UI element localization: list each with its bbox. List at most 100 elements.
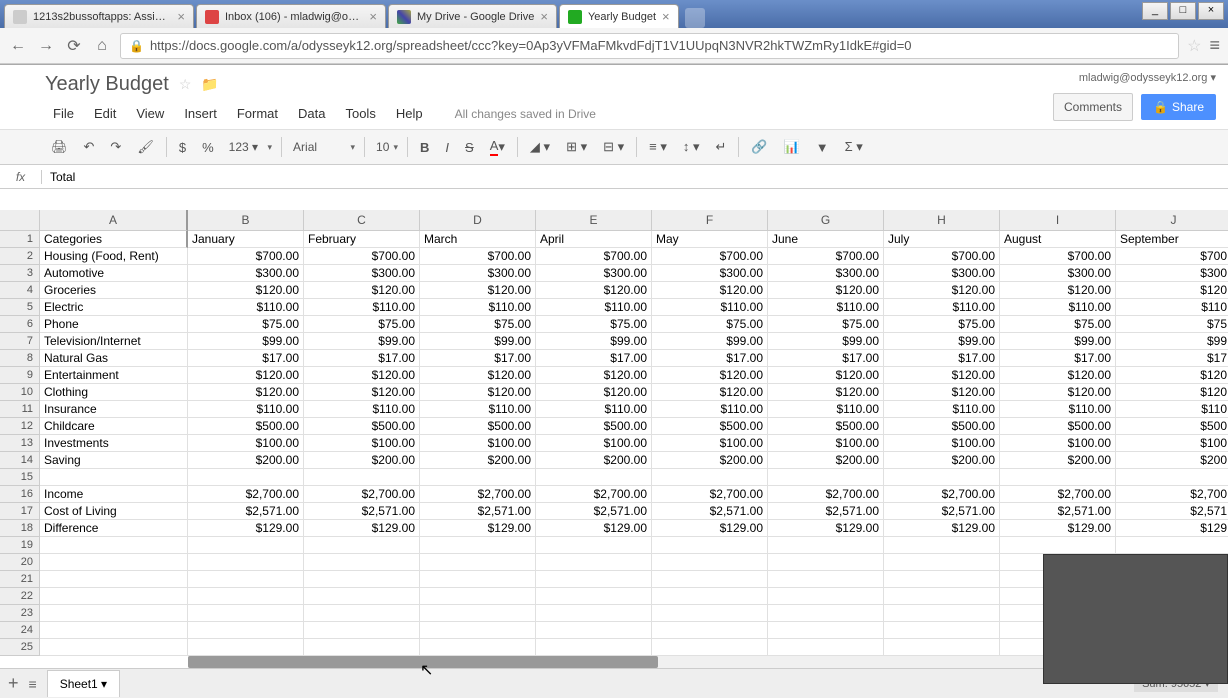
cell[interactable]: $200.00 <box>768 452 884 469</box>
cell[interactable] <box>188 639 304 656</box>
url-bar[interactable]: 🔒 <box>120 33 1179 59</box>
cell[interactable]: $120.00 <box>536 384 652 401</box>
row-header[interactable]: 22 <box>0 588 40 605</box>
cell[interactable]: $200.00 <box>304 452 420 469</box>
cell[interactable]: $300.00 <box>304 265 420 282</box>
cell[interactable]: $110.00 <box>652 401 768 418</box>
column-header[interactable]: H <box>884 210 1000 231</box>
cell[interactable] <box>40 588 188 605</box>
cell[interactable] <box>188 537 304 554</box>
print-icon[interactable]: 🖨 <box>45 135 74 159</box>
cell[interactable]: Childcare <box>40 418 188 435</box>
row-header[interactable]: 11 <box>0 401 40 418</box>
cell[interactable]: September <box>1116 231 1228 248</box>
cell[interactable]: $99.00 <box>188 333 304 350</box>
cell[interactable]: $700.00 <box>304 248 420 265</box>
cell[interactable] <box>652 571 768 588</box>
cell[interactable]: $99.00 <box>884 333 1000 350</box>
cell[interactable]: $120.00 <box>420 384 536 401</box>
wrap-text-icon[interactable]: ↵ <box>710 135 733 159</box>
cell[interactable]: $700.00 <box>1000 248 1116 265</box>
cell[interactable] <box>188 588 304 605</box>
cell[interactable] <box>768 537 884 554</box>
cell[interactable]: $129.00 <box>304 520 420 537</box>
cell[interactable]: $2,571.00 <box>536 503 652 520</box>
cell[interactable]: $500.00 <box>652 418 768 435</box>
cell[interactable]: $99.00 <box>304 333 420 350</box>
cell[interactable]: $300.00 <box>652 265 768 282</box>
cell[interactable]: $110.00 <box>1000 299 1116 316</box>
cell[interactable] <box>536 639 652 656</box>
functions-icon[interactable]: Σ ▾ <box>839 135 869 159</box>
share-button[interactable]: 🔒 Share <box>1141 94 1216 120</box>
cell[interactable]: $200.00 <box>1000 452 1116 469</box>
cell[interactable] <box>420 588 536 605</box>
cell[interactable] <box>652 537 768 554</box>
cell[interactable]: $300.00 <box>884 265 1000 282</box>
row-header[interactable]: 6 <box>0 316 40 333</box>
cell[interactable] <box>652 639 768 656</box>
row-header[interactable]: 20 <box>0 554 40 571</box>
cell[interactable]: $2,700.00 <box>188 486 304 503</box>
column-header[interactable]: A <box>40 210 188 231</box>
cell[interactable]: $300 <box>1116 265 1228 282</box>
cell[interactable]: $120.00 <box>304 282 420 299</box>
row-header[interactable]: 16 <box>0 486 40 503</box>
cell[interactable]: $2,700.00 <box>1000 486 1116 503</box>
cell[interactable] <box>188 469 304 486</box>
percent-button[interactable]: % <box>196 136 220 159</box>
cell[interactable]: $100.00 <box>536 435 652 452</box>
forward-button[interactable]: → <box>36 36 56 56</box>
row-header[interactable]: 10 <box>0 384 40 401</box>
cell[interactable]: $110.00 <box>1000 401 1116 418</box>
cell[interactable] <box>188 571 304 588</box>
cell[interactable]: March <box>420 231 536 248</box>
cell[interactable]: $110.00 <box>536 299 652 316</box>
tab-drive[interactable]: My Drive - Google Drive × <box>388 4 557 28</box>
cell[interactable]: $110.00 <box>768 299 884 316</box>
reload-button[interactable]: ⟳ <box>64 36 84 56</box>
cell[interactable] <box>884 605 1000 622</box>
row-header[interactable]: 3 <box>0 265 40 282</box>
cell[interactable]: $17.00 <box>884 350 1000 367</box>
cell[interactable]: $300.00 <box>1000 265 1116 282</box>
cell[interactable]: $110.00 <box>884 299 1000 316</box>
cell[interactable] <box>652 622 768 639</box>
row-header[interactable]: 19 <box>0 537 40 554</box>
cell[interactable]: $2,571.00 <box>652 503 768 520</box>
cell[interactable] <box>420 639 536 656</box>
cell[interactable] <box>768 588 884 605</box>
cell[interactable]: $110 <box>1116 401 1228 418</box>
cell[interactable]: $100.00 <box>1000 435 1116 452</box>
cell[interactable]: $129.00 <box>652 520 768 537</box>
cell[interactable]: $100.00 <box>768 435 884 452</box>
cell[interactable] <box>884 554 1000 571</box>
cell[interactable]: $120.00 <box>536 282 652 299</box>
cell[interactable]: $129.00 <box>768 520 884 537</box>
user-email[interactable]: mladwig@odysseyk12.org ▾ <box>1079 71 1216 84</box>
cell[interactable]: $110 <box>1116 299 1228 316</box>
cell[interactable]: $75 <box>1116 316 1228 333</box>
cell[interactable] <box>652 469 768 486</box>
cell[interactable]: Entertainment <box>40 367 188 384</box>
cell[interactable] <box>536 622 652 639</box>
cell[interactable]: $2,571.00 <box>1000 503 1116 520</box>
cell[interactable]: $17 <box>1116 350 1228 367</box>
cell[interactable]: $120.00 <box>536 367 652 384</box>
cell[interactable] <box>304 469 420 486</box>
cell[interactable]: $99.00 <box>420 333 536 350</box>
cell[interactable]: $120.00 <box>1000 367 1116 384</box>
cell[interactable]: $500.00 <box>536 418 652 435</box>
column-header[interactable]: C <box>304 210 420 231</box>
cell[interactable]: $500.00 <box>1000 418 1116 435</box>
cell[interactable] <box>420 537 536 554</box>
cell[interactable] <box>768 605 884 622</box>
cell[interactable] <box>768 554 884 571</box>
cell[interactable] <box>884 469 1000 486</box>
cell[interactable] <box>420 622 536 639</box>
cell[interactable]: Cost of Living <box>40 503 188 520</box>
text-color-button[interactable]: A ▾ <box>484 134 511 160</box>
cell[interactable]: $2,700.00 <box>652 486 768 503</box>
cell[interactable]: $120.00 <box>768 282 884 299</box>
number-format-dropdown[interactable]: 123 ▾ <box>224 137 275 157</box>
